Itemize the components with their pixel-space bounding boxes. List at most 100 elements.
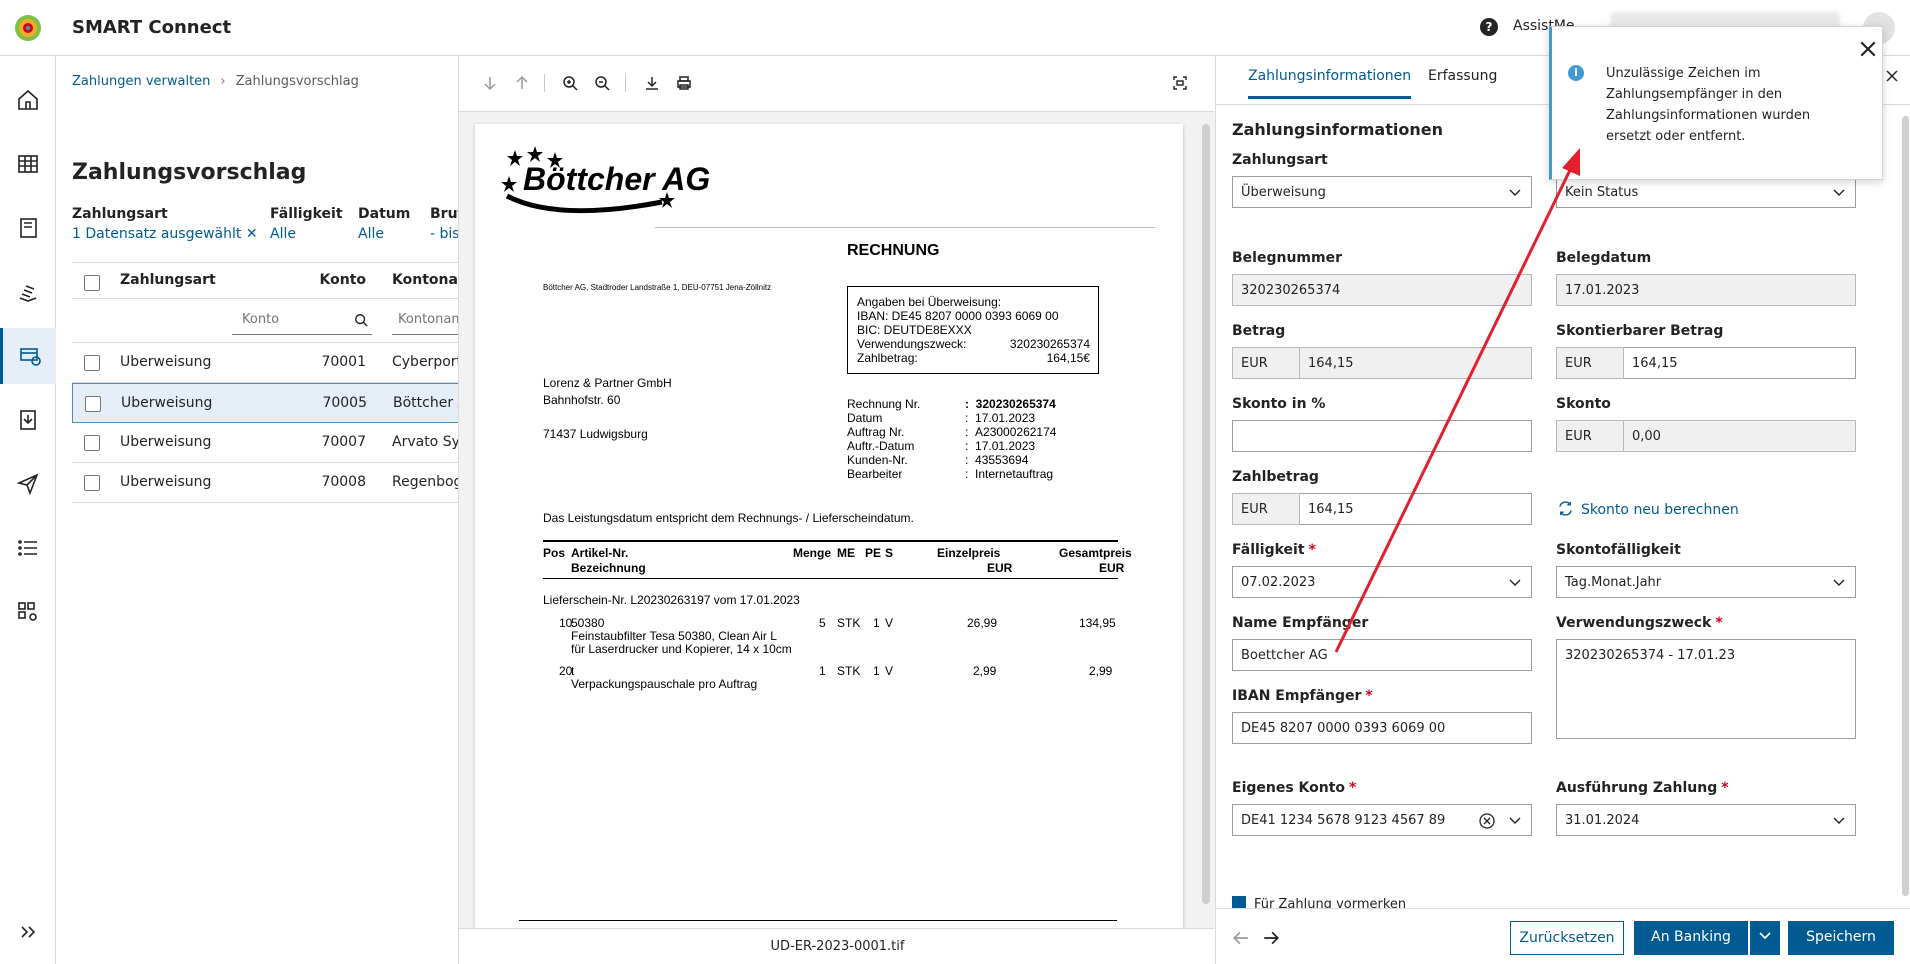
table-row[interactable]: Überweisung 70008 Regenboge <box>72 463 458 503</box>
filter-value[interactable]: Alle <box>270 226 343 242</box>
column-header-kontoname[interactable]: Kontonam <box>392 272 458 288</box>
chevron-down-icon <box>1759 932 1771 940</box>
nav-documents[interactable] <box>0 264 56 320</box>
breadcrumb-parent[interactable]: Zahlungen verwalten <box>72 74 210 89</box>
zoom-in-icon <box>563 76 578 91</box>
row-zahlungsart: Überweisung <box>120 354 212 370</box>
tab-zahlungsinformationen[interactable]: Zahlungsinformationen <box>1248 68 1412 99</box>
nav-expand[interactable] <box>0 904 56 960</box>
ausfuehrung-date-input[interactable]: 31.01.2024 <box>1556 804 1856 836</box>
nav-list[interactable] <box>0 520 56 576</box>
column-header-konto[interactable]: Konto <box>286 272 367 288</box>
skonto-neu-berechnen-link[interactable]: Skonto neu berechnen <box>1558 501 1739 518</box>
nav-settings[interactable] <box>0 584 56 640</box>
zahlbetrag-amount[interactable]: 164,15 <box>1300 493 1532 525</box>
row-checkbox[interactable] <box>84 475 100 491</box>
faelligkeit-date-input[interactable]: 07.02.2023 <box>1232 566 1532 598</box>
item-description: Verpackungspauschale pro Auftrag <box>571 677 758 691</box>
eigenes-konto-value: DE41 1234 5678 9123 4567 89 <box>1241 813 1446 828</box>
status-value: Kein Status <box>1565 185 1639 200</box>
skontierbar-field[interactable]: EUR 164,15 <box>1556 347 1856 379</box>
row-zahlungsart: Überweisung <box>121 395 213 411</box>
breadcrumb: Zahlungen verwalten › Zahlungsvorschlag <box>72 74 359 89</box>
item-gesamtpreis: 134,95 <box>1079 616 1116 630</box>
nav-import[interactable] <box>0 392 56 448</box>
previous-page-button[interactable] <box>511 72 533 94</box>
verwendungszweck-textarea[interactable]: 320230265374 - 17.01.23 <box>1556 639 1856 739</box>
download-button[interactable] <box>641 72 663 94</box>
nav-home[interactable] <box>0 72 56 128</box>
column-header-zahlungsart[interactable]: Zahlungsart <box>120 272 216 288</box>
row-checkbox[interactable] <box>85 396 101 412</box>
required-marker: * <box>1308 542 1316 558</box>
close-icon[interactable] <box>1860 41 1876 57</box>
col-artikel: Artikel-Nr. <box>571 546 629 560</box>
chevron-down-icon <box>1509 579 1521 586</box>
iban-empfaenger-input[interactable]: DE45 8207 0000 0393 6069 00 <box>1232 712 1532 744</box>
row-checkbox[interactable] <box>84 355 100 371</box>
skontierbar-amount[interactable]: 164,15 <box>1624 347 1856 379</box>
table-rule <box>543 540 1118 542</box>
meta-value: : 17.01.2023 <box>965 411 1035 425</box>
invoice-heading: RECHNUNG <box>847 242 940 259</box>
table-row[interactable]: Überweisung 70001 Cyberport <box>72 343 459 383</box>
next-page-button[interactable] <box>479 72 501 94</box>
row-kontoname: Cyberport <box>392 354 459 370</box>
meta-value: : 320230265374 <box>965 397 1056 411</box>
konto-filter-input[interactable]: Konto <box>232 307 372 335</box>
app-logo[interactable] <box>14 14 42 42</box>
nav-payments[interactable] <box>0 328 56 384</box>
kontoname-filter-input[interactable]: Kontonam <box>392 307 458 335</box>
arrow-left-icon[interactable] <box>1232 929 1250 947</box>
viewer-scrollbar[interactable] <box>1202 124 1210 904</box>
zoom-in-button[interactable] <box>559 72 581 94</box>
name-empfaenger-input[interactable]: Boettcher AG <box>1232 639 1532 671</box>
skontofaelligkeit-date-input[interactable]: Tag.Monat.Jahr <box>1556 566 1856 598</box>
row-checkbox[interactable] <box>84 435 100 451</box>
zoom-out-icon <box>595 76 610 91</box>
eigenes-konto-select[interactable]: DE41 1234 5678 9123 4567 89 <box>1232 804 1532 836</box>
detail-scrollbar[interactable] <box>1902 116 1909 896</box>
speichern-button[interactable]: Speichern <box>1788 921 1894 955</box>
lieferschein-line: Lieferschein-Nr. L20230263197 vom 17.01.… <box>543 593 800 607</box>
help-icon[interactable]: ? <box>1480 18 1498 36</box>
filter-zahlungsart[interactable]: Zahlungsart 1 Datensatz ausgewählt ✕ <box>72 206 258 242</box>
panel-close-icon[interactable] <box>1886 70 1898 82</box>
arrow-right-icon[interactable] <box>1262 929 1280 947</box>
tab-erfassung[interactable]: Erfassung <box>1428 68 1497 96</box>
meta-colon: : <box>965 453 976 467</box>
print-button[interactable] <box>673 72 695 94</box>
an-banking-dropdown-button[interactable] <box>1750 921 1780 955</box>
app-title: SMART Connect <box>72 17 232 38</box>
zahlungsart-select[interactable]: Überweisung <box>1232 176 1532 208</box>
filter-brutto[interactable]: Brut - bis <box>430 206 458 242</box>
zahlbetrag-field[interactable]: EUR 164,15 <box>1232 493 1532 525</box>
filter-value[interactable]: 1 Datensatz ausgewählt ✕ <box>72 226 258 242</box>
nav-journal[interactable] <box>0 200 56 256</box>
zoom-out-button[interactable] <box>591 72 613 94</box>
meta-colon: : <box>965 411 976 425</box>
filter-value[interactable]: - bis <box>430 226 458 242</box>
nav-send[interactable] <box>0 456 56 512</box>
filter-datum[interactable]: Datum Alle <box>358 206 410 242</box>
skonto-prozent-label: Skonto in % <box>1232 396 1326 412</box>
zuruecksetzen-button[interactable]: Zurücksetzen <box>1510 921 1624 955</box>
verwendungszweck-label: Verwendungszweck * <box>1556 615 1723 631</box>
item-artikel: t <box>571 664 575 678</box>
table-row[interactable]: Überweisung 70007 Arvato Sys <box>72 423 458 463</box>
meta-value-text: 320230265374 <box>975 397 1056 411</box>
ausfuehrung-label-text: Ausführung Zahlung <box>1556 780 1718 796</box>
skontierbar-currency: EUR <box>1556 347 1624 379</box>
skonto-prozent-input[interactable] <box>1232 420 1532 452</box>
filter-faelligkeit[interactable]: Fälligkeit Alle <box>270 206 343 242</box>
filter-value[interactable]: Alle <box>358 226 410 242</box>
fit-to-screen-button[interactable] <box>1169 72 1191 94</box>
table-row-selected[interactable]: Überweisung 70005 Böttcher A <box>72 383 458 423</box>
select-all-checkbox[interactable] <box>84 275 100 291</box>
item-description: Feinstaubfilter Tesa 50380, Clean Air L <box>571 629 777 643</box>
nav-table[interactable] <box>0 136 56 192</box>
clear-circle-icon[interactable] <box>1479 813 1495 829</box>
status-select[interactable]: Kein Status <box>1556 176 1856 208</box>
eigenes-konto-label-text: Eigenes Konto <box>1232 780 1346 796</box>
an-banking-button[interactable]: An Banking <box>1634 921 1748 955</box>
